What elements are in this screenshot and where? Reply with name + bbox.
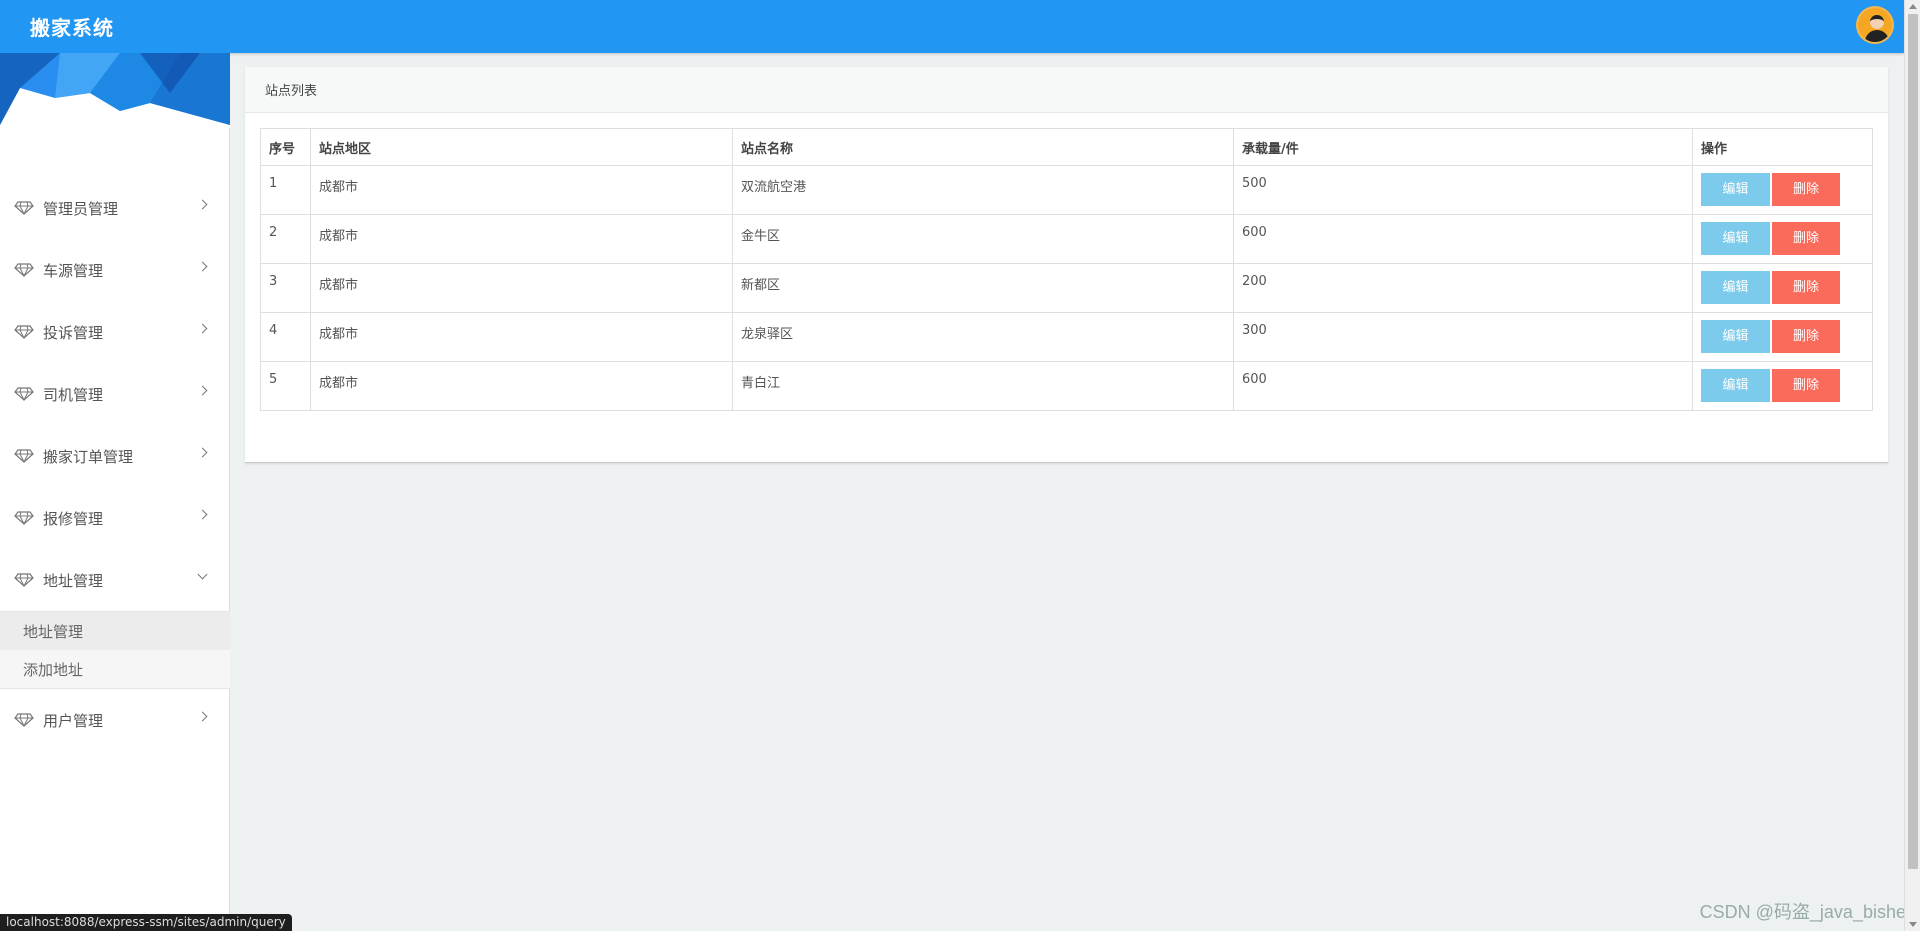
sidebar-item-repairs[interactable]: 报修管理 [0,487,230,549]
cell-actions: 编辑 删除 [1692,361,1873,411]
chevron-right-icon [197,323,208,334]
watermark: CSDN @码盗_java_bishe [1699,902,1906,922]
cell-region: 成都市 [310,312,733,362]
sidebar-item-orders[interactable]: 搬家订单管理 [0,425,230,487]
status-bar-url: localhost:8088/express-ssm/sites/admin/q… [0,914,292,931]
column-header: 操作 [1692,128,1873,166]
chevron-right-icon [197,199,208,210]
sidebar-item-complaints[interactable]: 投诉管理 [0,301,230,363]
cell-capacity: 300 [1233,312,1693,362]
column-header: 站点地区 [310,128,733,166]
diamond-icon [14,325,34,339]
cell-name: 双流航空港 [732,165,1234,215]
diamond-icon [14,449,34,463]
sidebar-item-label: 地址管理 [43,571,104,590]
edit-button[interactable]: 编辑 [1701,320,1770,353]
panel-title: 站点列表 [245,67,1888,113]
avatar-body [1865,30,1889,42]
user-avatar[interactable] [1856,6,1894,44]
diamond-icon [14,713,34,727]
address-submenu: 地址管理 添加地址 [0,611,230,689]
table-row: 3 成都市 新都区 200 编辑 删除 [260,263,1873,313]
delete-button[interactable]: 删除 [1772,222,1840,255]
cell-capacity: 600 [1233,214,1693,264]
sidebar-item-drivers[interactable]: 司机管理 [0,363,230,425]
sidebar-item-label: 搬家订单管理 [43,447,134,466]
cell-capacity: 200 [1233,263,1693,313]
cell-name: 金牛区 [732,214,1234,264]
delete-button[interactable]: 删除 [1772,271,1840,304]
table-row: 5 成都市 青白江 600 编辑 删除 [260,361,1873,411]
cell-actions: 编辑 删除 [1692,214,1873,264]
cell-id: 4 [260,312,311,362]
sidebar-menu: 管理员管理 车源管理 投诉管理 司机管理 搬家订单管理 报修管理 地址管理 地址… [0,177,230,751]
sidebar-item-label: 用户管理 [43,711,104,730]
chevron-right-icon [197,261,208,272]
cell-region: 成都市 [310,165,733,215]
cell-id: 5 [260,361,311,411]
cell-id: 2 [260,214,311,264]
cell-actions: 编辑 删除 [1692,312,1873,362]
scroll-down-arrow-icon[interactable] [1909,922,1917,927]
cell-region: 成都市 [310,263,733,313]
sidebar: 管理员管理 车源管理 投诉管理 司机管理 搬家订单管理 报修管理 地址管理 地址… [0,53,230,931]
edit-button[interactable]: 编辑 [1701,173,1770,206]
chevron-right-icon [197,509,208,520]
sidebar-item-label: 投诉管理 [43,323,104,342]
delete-button[interactable]: 删除 [1772,369,1840,402]
edit-button[interactable]: 编辑 [1701,222,1770,255]
app-title: 搬家系统 [30,16,114,40]
column-header: 序号 [260,128,311,166]
sidebar-item-label: 管理员管理 [43,199,119,218]
diamond-icon [14,511,34,525]
sidebar-item-vehicles[interactable]: 车源管理 [0,239,230,301]
table-header-row: 序号 站点地区 站点名称 承载量/件 操作 [260,128,1873,166]
sidebar-banner-image [0,53,230,128]
avatar-head [1870,15,1884,29]
diamond-icon [14,573,34,587]
cell-name: 龙泉驿区 [732,312,1234,362]
sidebar-item-label: 报修管理 [43,509,104,528]
column-header: 站点名称 [732,128,1234,166]
sidebar-item-label: 司机管理 [43,385,104,404]
cell-capacity: 600 [1233,361,1693,411]
cell-region: 成都市 [310,214,733,264]
cell-actions: 编辑 删除 [1692,165,1873,215]
cell-name: 新都区 [732,263,1234,313]
sidebar-item-admin[interactable]: 管理员管理 [0,177,230,239]
site-table: 序号 站点地区 站点名称 承载量/件 操作 1 成都市 双流航空港 500 编辑… [260,128,1873,411]
cell-id: 1 [260,165,311,215]
table-row: 1 成都市 双流航空港 500 编辑 删除 [260,165,1873,215]
cell-region: 成都市 [310,361,733,411]
delete-button[interactable]: 删除 [1772,320,1840,353]
edit-button[interactable]: 编辑 [1701,271,1770,304]
column-header: 承载量/件 [1233,128,1693,166]
vertical-scrollbar[interactable] [1904,0,1920,931]
delete-button[interactable]: 删除 [1772,173,1840,206]
sidebar-item-users[interactable]: 用户管理 [0,689,230,751]
submenu-item-address-list[interactable]: 地址管理 [0,612,230,650]
chevron-right-icon [197,447,208,458]
diamond-icon [14,387,34,401]
top-header: 搬家系统 [0,0,1904,53]
scroll-up-arrow-icon[interactable] [1909,4,1917,9]
diamond-icon [14,201,34,215]
chevron-right-icon [197,385,208,396]
cell-capacity: 500 [1233,165,1693,215]
cell-name: 青白江 [732,361,1234,411]
chevron-down-icon [197,569,208,580]
diamond-icon [14,263,34,277]
table-row: 2 成都市 金牛区 600 编辑 删除 [260,214,1873,264]
cell-id: 3 [260,263,311,313]
scrollbar-thumb[interactable] [1908,14,1918,869]
sidebar-item-address[interactable]: 地址管理 [0,549,230,611]
site-list-panel: 站点列表 序号 站点地区 站点名称 承载量/件 操作 1 成都市 双流航空港 5… [245,67,1888,463]
edit-button[interactable]: 编辑 [1701,369,1770,402]
chevron-right-icon [197,711,208,722]
cell-actions: 编辑 删除 [1692,263,1873,313]
sidebar-item-label: 车源管理 [43,261,104,280]
submenu-item-add-address[interactable]: 添加地址 [0,650,230,688]
table-row: 4 成都市 龙泉驿区 300 编辑 删除 [260,312,1873,362]
